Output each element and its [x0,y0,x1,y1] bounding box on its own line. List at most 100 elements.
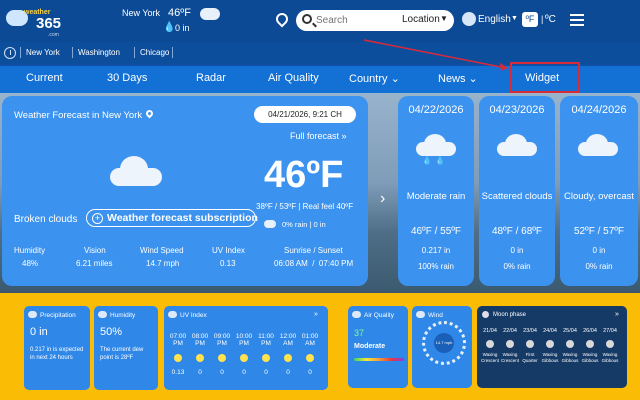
precipitation-widget[interactable]: Precipitation 0 in 0.217 in is expected … [24,306,90,390]
moon-date: 24/04 [543,328,557,334]
cloud-rain-icon [28,311,37,318]
stat-label: Vision [84,246,106,255]
full-forecast-link[interactable]: Full forecast » [290,131,347,141]
search-input[interactable] [316,13,396,28]
nav-radar[interactable]: Radar [196,72,226,84]
moon-phase-name: Waxing Gibbous [601,352,619,363]
uv-value: 0.13 [171,369,185,376]
stat-value: 48% [22,259,39,268]
forecast-rain: 0% rain [585,262,613,271]
wind-icon [416,311,425,318]
air-quality-widget[interactable]: Air Quality 37 Moderate [348,306,408,388]
location-pin-icon[interactable] [273,10,291,28]
nav-news[interactable]: News ⌄ [438,72,478,85]
expand-icon[interactable]: » [314,311,318,318]
moon-date: 25/04 [563,328,577,334]
drop-icon: 💧 [163,22,176,33]
logo-tld: .com [48,32,59,38]
widget-title: Humidity [110,312,136,319]
moon-phase-name: Waxing Gibbous [581,352,599,363]
stat-value: 0.13 [220,259,236,268]
current-datetime: 04/21/2026, 9:21 CH [254,106,356,123]
moon-phase-name: Waxing Crescent [501,352,520,363]
nav-30-days[interactable]: 30 Days [107,72,147,84]
hamburger-menu-icon[interactable] [570,14,584,26]
forecast-date: 04/22/2026 [408,104,464,116]
saved-location[interactable]: Chicago [140,48,169,57]
logo-text: 365 [36,15,62,32]
saved-location[interactable]: New York [26,48,60,57]
nav-current[interactable]: Current [26,72,63,84]
forecast-day-card[interactable]: 04/24/2026 Cloudy, overcast 52ºF / 57ºF … [560,96,638,286]
rain-chance: 0% rain | 0 in [282,220,326,229]
language-selector[interactable]: English [478,14,511,25]
forecast-temp: 46ºF / 55ºF [410,226,462,237]
saved-locations-bar: New York Washington Chicago [0,42,640,64]
uv-value: 0 [220,369,224,376]
subscribe-button[interactable]: + Weather forecast subscription [86,209,258,227]
divider [20,47,21,58]
stat-label: Wind Speed [140,246,184,255]
moon-phase-name: First Quarter [522,352,538,363]
nav-country[interactable]: Country ⌄ [349,72,400,85]
stat-label: UV Index [212,246,245,255]
widget-title: Air Quality [364,312,394,319]
chevron-down-icon[interactable]: ▼ [440,14,448,23]
forecast-condition: Scattered clouds [481,191,553,202]
moon-phase-icon [606,340,614,348]
forecast-rain: 0% rain [503,262,531,271]
expand-icon[interactable]: » [615,311,619,318]
forecast-date: 04/24/2026 [571,104,627,116]
uv-value: 0 [242,369,246,376]
stat-value: 14.7 mph [146,259,180,268]
unit-celsius-toggle[interactable]: ºC [545,14,556,25]
unit-fahrenheit-toggle[interactable]: ºF [522,12,538,27]
moon-phase-icon [506,340,514,348]
uv-hour: 08:00 PM [191,333,209,347]
leaf-icon [352,311,361,318]
globe-icon[interactable] [462,12,476,26]
divider [134,47,135,58]
location-dropdown[interactable]: Location [402,14,440,25]
chevron-down-icon[interactable]: ▼ [511,15,518,22]
forecast-day-card[interactable]: 04/23/2026 Scattered clouds 48ºF / 68ºF … [479,96,555,286]
stat-label: Humidity [14,246,46,255]
cloud-icon [110,156,162,186]
widget-value: 50% [100,326,123,338]
uv-hour: 11:00 PM [258,333,274,347]
search-box: Location ▼ [296,10,454,31]
sun-icon [174,354,182,362]
nav-air-quality[interactable]: Air Quality [268,72,319,84]
uv-hour: 01:00 AM [301,333,319,347]
uv-value: 0 [264,369,268,376]
moon-phase-icon [546,340,554,348]
header-city[interactable]: New York [122,8,160,18]
unit-separator: | [541,14,544,24]
stat-label: Sunrise / Sunset [284,246,343,255]
wind-widget[interactable]: Wind 14.7 mph [412,306,472,388]
uv-index-widget[interactable]: UV Index » 07:00 PM 08:00 PM 09:00 PM 10:00… [164,306,328,390]
widget-title: Precipitation [40,312,76,319]
highlight-box [510,62,580,93]
forecast-day-card[interactable]: 04/22/2026 💧💧 Moderate rain 46ºF / 55ºF … [398,96,474,286]
humidity-widget[interactable]: Humidity 50% The current dew point is 28… [94,306,158,390]
sun-icon [168,311,177,318]
forecast-temp: 52ºF / 57ºF [573,226,625,237]
current-condition: Broken clouds [14,214,78,225]
wind-speed: 14.7 mph [434,333,454,353]
forecast-temp: 48ºF / 68ºF [491,226,543,237]
sun-icon [218,354,226,362]
rain-cloud-icon [416,134,456,156]
forecast-date: 04/23/2026 [489,104,545,116]
site-logo[interactable]: weather 365 .com [6,8,62,38]
sun-icon [240,354,248,362]
uv-hour: 09:00 PM [213,333,231,347]
moon-icon [482,311,489,318]
search-icon[interactable] [302,14,312,24]
moon-phase-name: Waxing Gibbous [561,352,579,363]
moon-phase-widget[interactable]: Moon phase » 21/04 22/04 23/04 24/04 25/… [477,306,627,388]
chevron-right-icon[interactable]: › [380,190,385,208]
forecast-precip: 0 in [592,246,606,255]
saved-location[interactable]: Washington [78,48,120,57]
location-pin-icon [144,108,155,119]
